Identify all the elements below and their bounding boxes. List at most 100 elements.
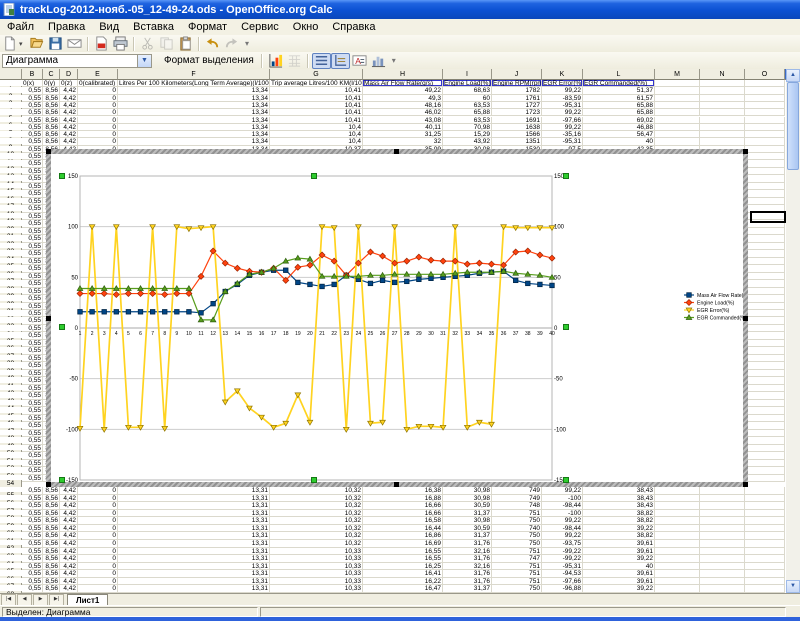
- cell[interactable]: 4,42: [60, 563, 78, 571]
- cell[interactable]: 8,56: [43, 495, 60, 503]
- cell[interactable]: 13,31: [118, 495, 270, 503]
- cell[interactable]: [745, 250, 785, 257]
- cell[interactable]: [700, 87, 745, 94]
- cell[interactable]: 13,34: [118, 95, 270, 102]
- cell[interactable]: [745, 303, 785, 310]
- cell[interactable]: 0: [78, 502, 118, 510]
- menu-view[interactable]: Вид: [92, 20, 126, 34]
- cell[interactable]: 8,56: [43, 517, 60, 525]
- cell[interactable]: [745, 460, 785, 467]
- cell[interactable]: [655, 102, 700, 109]
- cell[interactable]: [745, 392, 785, 399]
- cell[interactable]: [655, 495, 700, 503]
- cell[interactable]: 16,55: [363, 555, 443, 563]
- cell[interactable]: [745, 310, 785, 317]
- cell[interactable]: 10,41: [270, 95, 363, 102]
- cell[interactable]: [655, 585, 700, 593]
- cell[interactable]: [745, 540, 785, 548]
- chart-selection-handle[interactable]: [563, 173, 569, 179]
- cell[interactable]: 0,55: [22, 168, 43, 175]
- cell[interactable]: 0,55: [22, 525, 43, 533]
- cell[interactable]: 43,08: [363, 117, 443, 124]
- cell[interactable]: 38,43: [583, 502, 655, 510]
- horizontal-grid-toggle-icon[interactable]: [312, 53, 331, 69]
- cell[interactable]: [700, 487, 745, 495]
- email-icon[interactable]: [65, 36, 84, 52]
- cell[interactable]: 0,55: [22, 332, 43, 339]
- cell[interactable]: 0,55: [22, 175, 43, 182]
- cell[interactable]: 1351: [492, 138, 542, 145]
- cell[interactable]: 4,42: [60, 585, 78, 593]
- cell[interactable]: -99,22: [542, 555, 583, 563]
- cell[interactable]: 13,31: [118, 570, 270, 578]
- cell[interactable]: 49,3: [363, 95, 443, 102]
- cell[interactable]: 4,42: [60, 532, 78, 540]
- cell[interactable]: 13,34: [118, 138, 270, 145]
- cell[interactable]: 0: [78, 532, 118, 540]
- cell[interactable]: 16,66: [363, 502, 443, 510]
- chart-bars-icon[interactable]: [369, 53, 388, 69]
- new-document-icon[interactable]: [0, 36, 19, 52]
- cell[interactable]: 10,32: [270, 502, 363, 510]
- cell[interactable]: 4,42: [60, 510, 78, 518]
- cell[interactable]: 0,55: [22, 385, 43, 392]
- cell[interactable]: 0,55: [22, 124, 43, 131]
- cell[interactable]: 4,42: [60, 117, 78, 124]
- cell[interactable]: 10,41: [270, 109, 363, 116]
- cell[interactable]: 39,61: [583, 540, 655, 548]
- toolbar-overflow-icon[interactable]: ▾: [392, 56, 396, 65]
- cell[interactable]: 10,4: [270, 124, 363, 131]
- cell[interactable]: [655, 555, 700, 563]
- cell[interactable]: 4,42: [60, 525, 78, 533]
- cell[interactable]: 13,31: [118, 532, 270, 540]
- cell[interactable]: [700, 540, 745, 548]
- open-icon[interactable]: [27, 36, 46, 52]
- cell[interactable]: [700, 548, 745, 556]
- cell[interactable]: 10,4: [270, 131, 363, 138]
- cell[interactable]: 0,55: [22, 250, 43, 257]
- cell[interactable]: [745, 452, 785, 459]
- cell[interactable]: 51,37: [583, 87, 655, 94]
- cell[interactable]: 0,55: [22, 317, 43, 324]
- cell[interactable]: 0,55: [22, 190, 43, 197]
- cell[interactable]: 13,31: [118, 555, 270, 563]
- cell[interactable]: 16,69: [363, 540, 443, 548]
- cell[interactable]: [745, 258, 785, 265]
- cell[interactable]: [745, 475, 785, 482]
- cell[interactable]: 749: [492, 495, 542, 503]
- cell[interactable]: 13,31: [118, 525, 270, 533]
- chart-selection-handle[interactable]: [59, 477, 65, 483]
- cell[interactable]: 10,41: [270, 102, 363, 109]
- cell[interactable]: 4,42: [60, 517, 78, 525]
- cell[interactable]: [745, 175, 785, 182]
- cell[interactable]: 0,55: [22, 430, 43, 437]
- cell[interactable]: 56,47: [583, 131, 655, 138]
- cell[interactable]: 13,31: [118, 563, 270, 571]
- cell[interactable]: 0,55: [22, 585, 43, 593]
- cell[interactable]: Litres Per 100 Kilometers(Long Term Aver…: [118, 80, 270, 87]
- cell[interactable]: 63,53: [443, 117, 492, 124]
- cell[interactable]: 0,55: [22, 415, 43, 422]
- cell[interactable]: 750: [492, 517, 542, 525]
- cell[interactable]: 38,82: [583, 517, 655, 525]
- cell[interactable]: 10,41: [270, 87, 363, 94]
- cell[interactable]: [745, 183, 785, 190]
- cell[interactable]: 8,56: [43, 578, 60, 586]
- cell[interactable]: [745, 495, 785, 503]
- cell[interactable]: [745, 400, 785, 407]
- cell[interactable]: 740: [492, 525, 542, 533]
- cell[interactable]: 0,55: [22, 510, 43, 518]
- cell[interactable]: 4,42: [60, 109, 78, 116]
- cell[interactable]: 10,41: [270, 117, 363, 124]
- cell[interactable]: [745, 362, 785, 369]
- cell[interactable]: 8,56: [43, 102, 60, 109]
- cell[interactable]: 46,88: [583, 124, 655, 131]
- cell[interactable]: 65,88: [583, 109, 655, 116]
- cell[interactable]: 0,55: [22, 407, 43, 414]
- menu-window[interactable]: Окно: [286, 20, 326, 34]
- cell[interactable]: [745, 80, 785, 87]
- cell[interactable]: 0,55: [22, 370, 43, 377]
- cell[interactable]: 0,55: [22, 452, 43, 459]
- cell[interactable]: [745, 317, 785, 324]
- cell[interactable]: 0(y): [43, 80, 60, 87]
